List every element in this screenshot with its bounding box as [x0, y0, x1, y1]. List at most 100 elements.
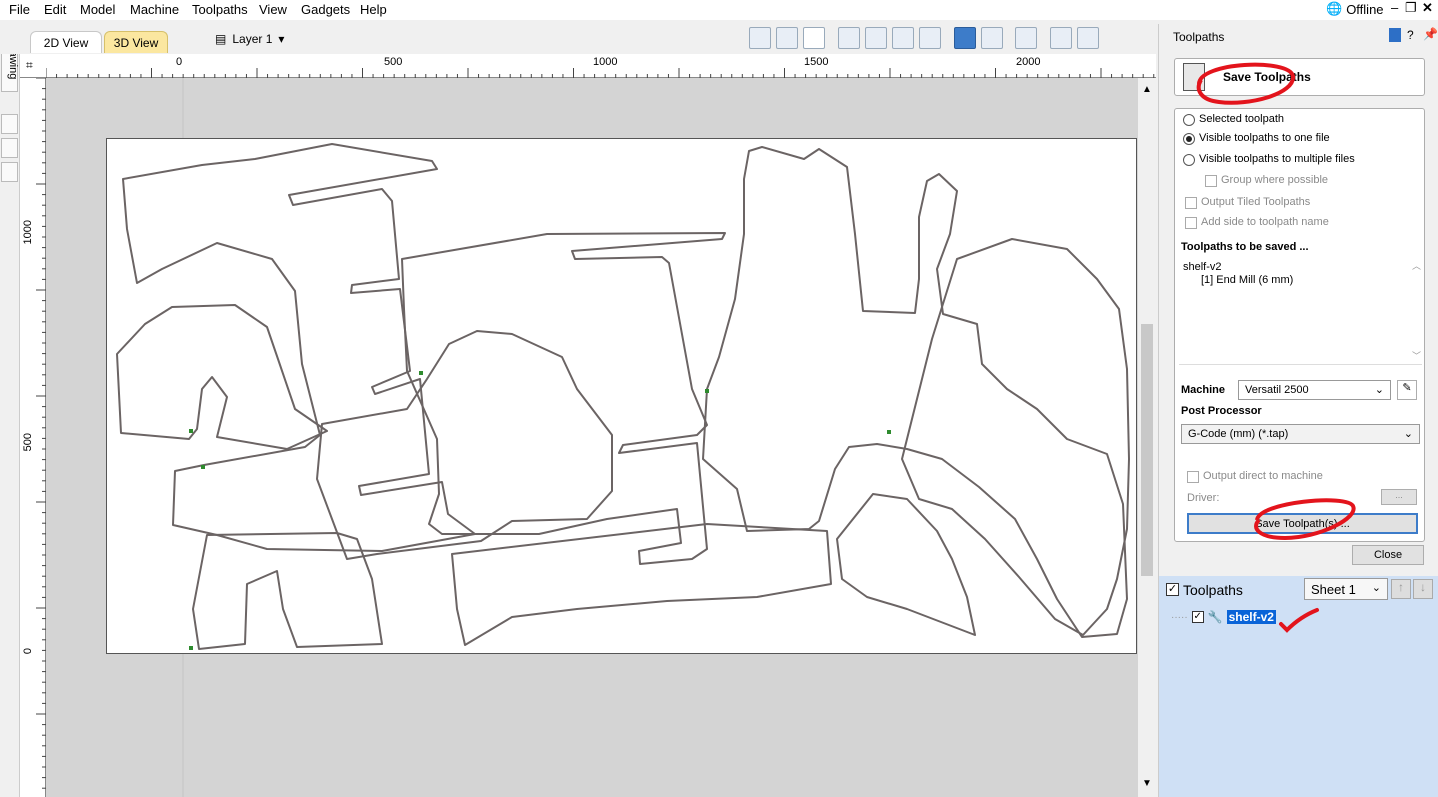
menu-help[interactable]: Help [360, 2, 387, 17]
checkbox-output-tiled[interactable] [1185, 197, 1197, 209]
edit-machine-icon[interactable]: ✎ [1397, 380, 1417, 400]
tab-3d-view[interactable]: 3D View [104, 31, 168, 53]
sheet-select[interactable]: Sheet 1 ⌄ [1304, 578, 1388, 600]
checkbox-add-side[interactable] [1185, 217, 1197, 229]
part-outline [401, 232, 726, 565]
strip-tab-4[interactable] [1, 162, 18, 182]
zoom-extents-icon[interactable] [749, 27, 771, 49]
ruler-v-label: 0 [22, 648, 34, 655]
panel-title: Toolpaths [1173, 30, 1225, 44]
ruler-h-ticks [46, 68, 1155, 78]
layout-left-icon[interactable] [1050, 27, 1072, 49]
ruler-h-label: 0 [176, 56, 183, 68]
layer-label: Layer 1 [232, 32, 273, 46]
offline-label: Offline [1346, 1, 1384, 17]
ruler-h-label: 2000 [1016, 56, 1041, 68]
drawing-canvas[interactable] [46, 78, 1138, 797]
menu-edit[interactable]: Edit [44, 2, 66, 17]
machine-label: Machine [1181, 384, 1226, 396]
menu-file[interactable]: File [9, 2, 30, 17]
close-icon[interactable]: ✕ [1422, 0, 1433, 16]
checkbox-output-direct[interactable] [1187, 471, 1199, 483]
tree-icon[interactable] [1015, 27, 1037, 49]
red-annotation-circle [1196, 62, 1295, 105]
list-scroll-up-icon[interactable]: ︿ [1412, 259, 1421, 272]
scroll-up-icon[interactable]: ▲ [1142, 84, 1152, 95]
chevron-down-icon: ⌄ [1374, 384, 1384, 396]
pin-icon[interactable]: 📌 [1423, 27, 1438, 41]
move-down-icon[interactable]: ↓ [1413, 579, 1433, 599]
toolpaths-list-title: Toolpaths [1183, 582, 1243, 598]
part-outline [702, 146, 1128, 638]
dock-icon[interactable] [1389, 28, 1401, 42]
restore-icon[interactable]: ❐ [1405, 0, 1417, 16]
part-outline [451, 523, 832, 646]
post-processor-label: Post Processor [1181, 405, 1262, 417]
grid-icon[interactable] [803, 27, 825, 49]
zoom-out-icon[interactable] [892, 27, 914, 49]
menu-gadgets[interactable]: Gadgets [301, 2, 350, 17]
ruler-origin-icon[interactable]: ⌗ [26, 58, 33, 73]
minimize-icon[interactable]: – [1391, 0, 1398, 15]
ruler-h-label: 500 [384, 56, 403, 68]
part-outline [116, 304, 328, 450]
layer-selector[interactable]: ▤ Layer 1 ▾ [215, 32, 284, 46]
toolpaths-visible-checkbox[interactable]: ✓ [1166, 583, 1179, 596]
strip-tab-2[interactable] [1, 114, 18, 134]
tab-2d-view[interactable]: 2D View [30, 31, 102, 53]
radio-visible-one-file[interactable] [1183, 133, 1195, 145]
output-direct-label: Output direct to machine [1203, 470, 1323, 482]
start-points [189, 371, 891, 650]
menu-toolpaths[interactable]: Toolpaths [192, 2, 248, 17]
sheet-value: Sheet 1 [1311, 582, 1356, 597]
list-scroll-down-icon[interactable]: ﹀ [1412, 349, 1421, 362]
measure-icon[interactable] [776, 27, 798, 49]
driver-browse-button[interactable]: ... [1381, 489, 1417, 505]
ruler-v-label: 500 [22, 433, 34, 452]
red-checkmark [1279, 608, 1319, 633]
toolpath-vectors[interactable] [107, 139, 1138, 655]
option-tiled-label: Output Tiled Toolpaths [1201, 196, 1311, 208]
radio-selected-toolpath[interactable] [1183, 114, 1195, 126]
canvas-scrollbar[interactable]: ▲ ▼ [1138, 78, 1156, 797]
snap-icon[interactable] [981, 27, 1003, 49]
toolpath-preview-icon[interactable] [954, 27, 976, 49]
zoom-box-icon[interactable] [919, 27, 941, 49]
offline-status[interactable]: 🌐 Offline [1326, 1, 1384, 17]
scroll-down-icon[interactable]: ▼ [1142, 778, 1152, 789]
radio-visible-multiple[interactable] [1183, 154, 1195, 166]
ruler-h-label: 1500 [804, 56, 829, 68]
layers-icon: ▤ [215, 32, 227, 46]
menu-model[interactable]: Model [80, 2, 115, 17]
scroll-thumb[interactable] [1141, 324, 1153, 576]
globe-icon: 🌐 [1326, 1, 1343, 16]
zoom-in-icon[interactable] [865, 27, 887, 49]
close-button[interactable]: Close [1352, 545, 1424, 565]
layout-right-icon[interactable] [1077, 27, 1099, 49]
post-processor-select[interactable]: G-Code (mm) (*.tap) ⌄ [1181, 424, 1420, 444]
horizontal-ruler: ⌗ 0 500 1000 1500 2000 [20, 54, 1156, 78]
menu-machine[interactable]: Machine [130, 2, 179, 17]
chevron-down-icon: ⌄ [1403, 428, 1413, 440]
saved-list-item: shelf-v2 [1183, 261, 1222, 273]
menu-bar: File Edit Model Machine Toolpaths View G… [0, 0, 1438, 20]
red-annotation-circle [1254, 498, 1356, 541]
option-visible-one-label: Visible toolpaths to one file [1199, 132, 1330, 144]
toolpath-row[interactable]: ····· ✓ 🔧 shelf-v2 [1171, 608, 1276, 626]
ruler-v-ticks [36, 78, 46, 789]
help-icon[interactable]: ? [1407, 28, 1414, 42]
strip-tab-3[interactable] [1, 138, 18, 158]
toolpath-name[interactable]: shelf-v2 [1226, 610, 1276, 624]
option-selected-label: Selected toolpath [1199, 113, 1285, 125]
checkbox-group-possible[interactable] [1205, 175, 1217, 187]
view-tab-bar: 2D View 3D View ▤ Layer 1 ▾ [0, 24, 1156, 54]
post-processor-value: G-Code (mm) (*.tap) [1188, 428, 1289, 440]
chevron-down-icon: ⌄ [1371, 582, 1381, 594]
left-strip: Drawing [0, 24, 20, 797]
move-up-icon[interactable]: ↑ [1391, 579, 1411, 599]
machine-select[interactable]: Versatil 2500 ⌄ [1238, 380, 1391, 400]
pan-icon[interactable] [838, 27, 860, 49]
menu-view[interactable]: View [259, 2, 287, 17]
part-outline [122, 143, 476, 552]
toolpath-row-checkbox[interactable]: ✓ [1191, 611, 1204, 623]
